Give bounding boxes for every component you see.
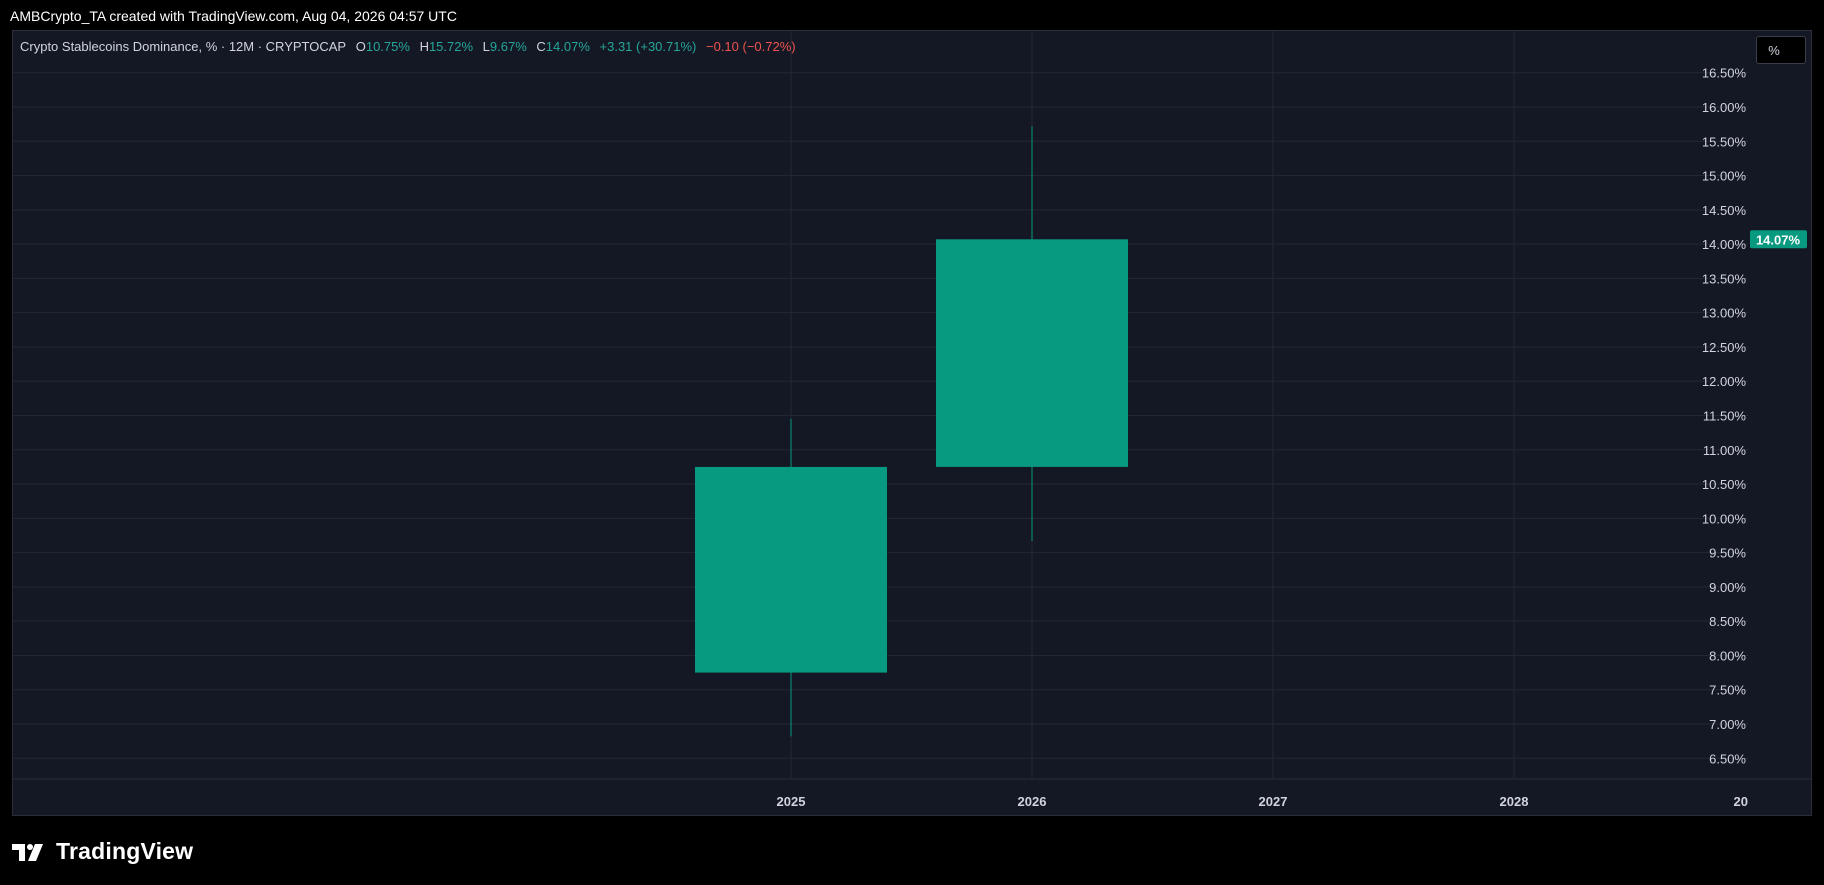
last-price-marker: 14.07% (1750, 230, 1807, 249)
x-tick-label: 2026 (1018, 794, 1047, 809)
y-tick-label: 13.00% (1702, 306, 1747, 321)
x-tick-label: 2027 (1259, 794, 1288, 809)
y-tick-label: 11.50% (1703, 409, 1747, 424)
y-tick-label: 10.50% (1702, 477, 1747, 492)
legend-open-value: 10.75% (365, 39, 410, 54)
legend-close-value: 14.07% (545, 39, 590, 54)
y-tick-label: 15.50% (1702, 134, 1747, 149)
y-tick-label: 16.00% (1702, 100, 1747, 115)
y-tick-label: 14.50% (1702, 203, 1747, 218)
candle-body (936, 239, 1128, 467)
y-tick-label: 14.00% (1702, 237, 1747, 252)
brand-name: TradingView (56, 838, 194, 864)
y-tick-label: 7.50% (1709, 683, 1746, 698)
y-tick-label: 10.00% (1702, 511, 1747, 526)
y-tick-label: 6.50% (1709, 751, 1746, 766)
footer-brand[interactable]: TradingView (12, 838, 193, 865)
last-price-label: 14.07% (1756, 232, 1801, 247)
x-axis: 2025 2026 2027 2028 20 (777, 794, 1748, 809)
grid-layer (13, 31, 1811, 780)
candle-layer (695, 126, 1128, 737)
x-tick-label: 2025 (777, 794, 806, 809)
legend-change: +3.31 (+30.71%) (599, 39, 697, 54)
y-tick-label: 16.50% (1702, 66, 1747, 81)
tradingview-logo-icon (12, 843, 43, 861)
symbol-legend[interactable]: Crypto Stablecoins Dominance, % · 12M · … (20, 39, 796, 54)
y-tick-label: 8.00% (1709, 648, 1746, 663)
page: AMBCrypto_TA created with TradingView.co… (0, 0, 1824, 885)
x-tick-label: 2028 (1500, 794, 1529, 809)
y-tick-label: 13.50% (1702, 271, 1747, 286)
y-tick-label: 8.50% (1709, 614, 1746, 629)
y-tick-label: 9.50% (1709, 546, 1746, 561)
x-tick-label: 20 (1734, 794, 1748, 809)
price-chart[interactable]: 6.50% 7.00% 7.50% 8.00% 8.50% 9.00% 9.50% 10.00… (0, 0, 1824, 885)
candle-body (695, 466, 887, 673)
y-tick-label: 12.50% (1702, 340, 1747, 355)
percent-scale-button[interactable]: % (1756, 36, 1806, 64)
y-tick-label: 11.00% (1703, 443, 1747, 458)
y-tick-label: 7.00% (1709, 717, 1746, 732)
legend-symbol: Crypto Stablecoins Dominance, % · 12M · … (20, 39, 347, 54)
legend-high-value: 15.72% (428, 39, 474, 54)
legend-low-value: 9.67% (489, 39, 527, 54)
y-tick-label: 15.00% (1702, 169, 1747, 184)
y-tick-label: 9.00% (1709, 580, 1746, 595)
legend-open-label: O (355, 39, 366, 54)
y-axis: 6.50% 7.00% 7.50% 8.00% 8.50% 9.00% 9.50% 10.00… (1702, 66, 1807, 766)
legend-close-label: C (536, 39, 546, 54)
legend-high-label: H (419, 39, 429, 54)
legend-low-label: L (482, 39, 490, 54)
legend-extra-change: −0.10 (−0.72%) (706, 39, 796, 54)
y-tick-label: 12.00% (1702, 374, 1747, 389)
